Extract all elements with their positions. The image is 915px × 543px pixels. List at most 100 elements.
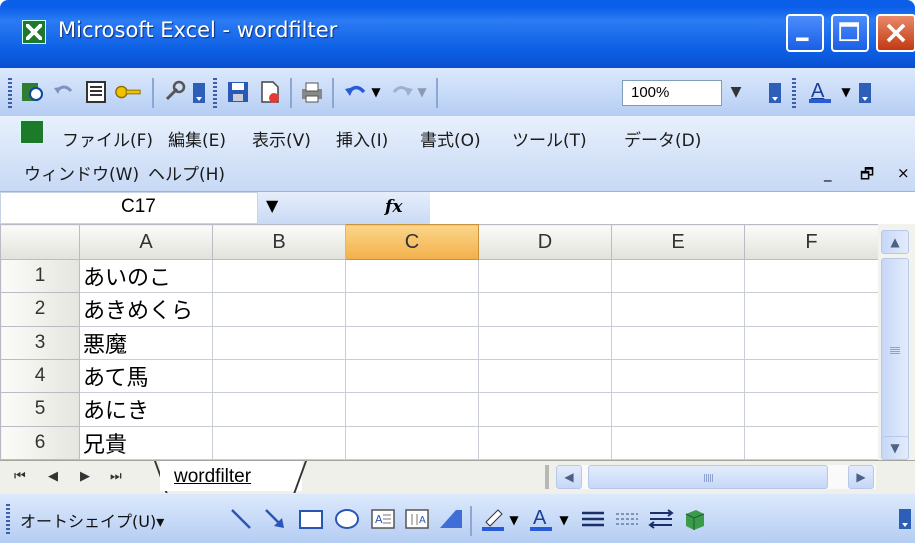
workbook-close-icon[interactable]: ×: [897, 164, 910, 182]
toolbar-grip[interactable]: [8, 78, 12, 108]
textbox-icon[interactable]: A: [370, 506, 396, 532]
menu-format[interactable]: 書式(O): [420, 126, 481, 151]
cell[interactable]: [611, 425, 745, 461]
row-header[interactable]: 5: [0, 392, 80, 427]
cell[interactable]: [212, 358, 346, 394]
cell[interactable]: [212, 292, 346, 327]
cell[interactable]: [212, 325, 346, 360]
first-sheet-icon[interactable]: ⏮: [14, 469, 26, 484]
tab-split-handle[interactable]: [545, 465, 549, 489]
cell[interactable]: [345, 292, 479, 327]
scroll-left-icon[interactable]: ◀: [556, 465, 582, 489]
horizontal-scrollbar[interactable]: ◀ ▶: [556, 465, 876, 489]
row-header[interactable]: 2: [0, 292, 80, 327]
cell[interactable]: [345, 358, 479, 394]
cell[interactable]: [345, 258, 479, 294]
minimize-button[interactable]: [786, 14, 824, 52]
key-icon[interactable]: [114, 78, 142, 106]
cell[interactable]: [611, 358, 745, 394]
cell[interactable]: [744, 258, 879, 294]
undo-icon[interactable]: [50, 78, 78, 106]
cell-a4[interactable]: あて馬: [79, 358, 213, 394]
formula-input[interactable]: [430, 192, 915, 224]
cell[interactable]: [611, 258, 745, 294]
toolbar-grip-3[interactable]: [792, 78, 796, 108]
cell[interactable]: [611, 392, 745, 427]
column-header-d[interactable]: D: [478, 224, 612, 260]
cell-a2[interactable]: あきめくら: [79, 292, 213, 327]
menu-file[interactable]: ファイル(F): [62, 126, 153, 151]
redo-icon[interactable]: [388, 78, 416, 106]
vertical-scrollbar[interactable]: ▲ ▼: [878, 224, 915, 460]
insert-function-icon[interactable]: fx: [385, 197, 402, 217]
column-header-c[interactable]: C: [345, 224, 479, 260]
row-header[interactable]: 6: [0, 425, 80, 461]
cell[interactable]: [478, 325, 612, 360]
font-color-icon[interactable]: A: [806, 78, 834, 106]
redo-dropdown-icon[interactable]: ▼: [414, 78, 430, 106]
line-style-icon[interactable]: [580, 506, 606, 532]
cell[interactable]: [744, 292, 879, 327]
toolbar-options-icon[interactable]: [898, 504, 912, 532]
workbook-restore-icon[interactable]: 🗗: [860, 164, 874, 189]
research-icon[interactable]: [18, 78, 46, 106]
arrow-style-icon[interactable]: [648, 506, 674, 532]
cell[interactable]: [212, 392, 346, 427]
zoom-select[interactable]: 100%: [622, 80, 722, 106]
toolbar-grip-4[interactable]: [6, 504, 10, 534]
column-header-a[interactable]: A: [79, 224, 213, 260]
wordart-icon[interactable]: [438, 506, 464, 532]
scroll-up-icon[interactable]: ▲: [881, 230, 909, 254]
horizontal-scroll-thumb[interactable]: [588, 465, 828, 489]
cell[interactable]: [478, 392, 612, 427]
last-sheet-icon[interactable]: ⏭: [110, 469, 122, 484]
scroll-right-icon[interactable]: ▶: [848, 465, 874, 489]
row-header[interactable]: 1: [0, 258, 80, 294]
toolbar-options-icon[interactable]: [768, 78, 782, 106]
cell[interactable]: [744, 392, 879, 427]
cell[interactable]: [611, 292, 745, 327]
menu-view[interactable]: 表示(V): [252, 126, 311, 151]
menu-insert[interactable]: 挿入(I): [336, 126, 388, 151]
next-sheet-icon[interactable]: ▶: [80, 469, 90, 484]
undo-icon[interactable]: [342, 78, 370, 106]
save-icon[interactable]: [224, 78, 252, 106]
sheet-tab-wordfilter[interactable]: wordfilter: [160, 461, 302, 491]
workbook-icon[interactable]: [20, 120, 44, 144]
font-color-icon[interactable]: A: [528, 506, 554, 532]
name-box[interactable]: C17: [0, 192, 258, 224]
row-header[interactable]: 3: [0, 325, 80, 360]
menu-edit[interactable]: 編集(E): [168, 126, 226, 151]
undo-dropdown-icon[interactable]: ▼: [368, 78, 384, 106]
form-icon[interactable]: [82, 78, 110, 106]
cell[interactable]: [478, 425, 612, 461]
font-color-dropdown-icon[interactable]: ▼: [556, 506, 572, 534]
fill-color-icon[interactable]: [480, 506, 506, 532]
toolbar-grip-2[interactable]: [213, 78, 217, 108]
menu-help[interactable]: ヘルプ(H): [148, 160, 225, 185]
cell[interactable]: [212, 258, 346, 294]
cell[interactable]: [478, 358, 612, 394]
column-header-e[interactable]: E: [611, 224, 745, 260]
cell[interactable]: [478, 292, 612, 327]
print-icon[interactable]: [298, 78, 326, 106]
vertical-scroll-thumb[interactable]: [881, 258, 909, 448]
cell[interactable]: [744, 358, 879, 394]
arrow-icon[interactable]: [262, 506, 288, 532]
scroll-down-icon[interactable]: ▼: [881, 436, 909, 460]
select-all-corner[interactable]: [0, 224, 80, 260]
zoom-dropdown-icon[interactable]: ▼: [726, 80, 746, 106]
cell[interactable]: [611, 325, 745, 360]
3d-icon[interactable]: [682, 506, 708, 532]
menu-window[interactable]: ウィンドウ(W): [24, 160, 139, 185]
close-button[interactable]: [876, 14, 915, 52]
cell-a6[interactable]: 兄貴: [79, 425, 213, 461]
toolbar-options-icon[interactable]: [192, 78, 206, 106]
menu-data[interactable]: データ(D): [624, 126, 701, 151]
cell[interactable]: [345, 392, 479, 427]
cell[interactable]: [345, 425, 479, 461]
cell[interactable]: [212, 425, 346, 461]
toolbar-options-icon[interactable]: [858, 78, 872, 106]
row-header[interactable]: 4: [0, 358, 80, 394]
font-color-dropdown-icon[interactable]: ▼: [838, 78, 854, 106]
